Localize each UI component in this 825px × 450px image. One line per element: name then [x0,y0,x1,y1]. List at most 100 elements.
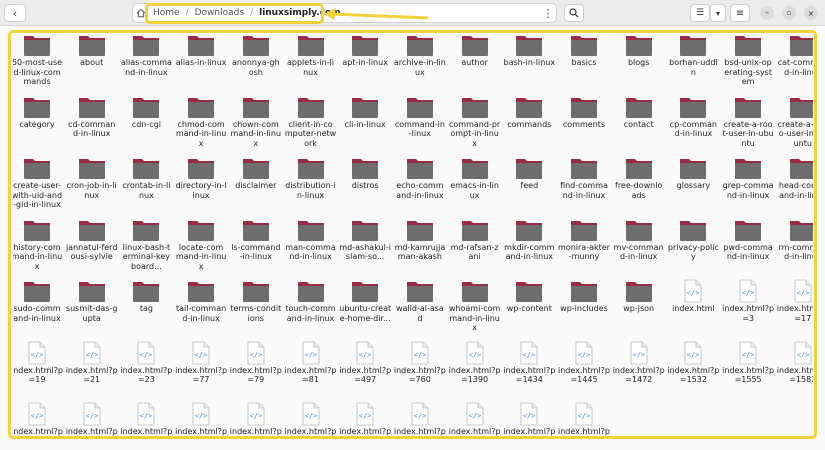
folder-item[interactable]: crontab-in-linux [120,156,172,214]
folder-item[interactable]: command-prompt-in-linux [449,95,501,153]
file-item[interactable]: </> index.html?p=1663 [175,402,227,438]
folder-item[interactable]: man-command-in-linux [285,218,337,276]
folder-item[interactable]: head-command-in-linux [777,156,813,214]
file-item[interactable]: </> index.html?p=81 [285,341,337,399]
file-item[interactable]: </> index.html?p=1555 [722,341,774,399]
file-item[interactable]: </> index.html?p=1607 [13,402,63,438]
folder-item[interactable]: cdn-cgi [120,95,172,153]
file-item[interactable]: </> index.html?p=1669 [285,402,337,438]
folder-item[interactable]: command-in-linux [394,95,446,153]
folder-item[interactable]: category [13,95,63,153]
file-item[interactable]: </> index.html?p=77 [175,341,227,399]
search-button[interactable] [564,4,584,22]
folder-item[interactable]: about [66,33,118,91]
folder-item[interactable]: 50-most-used-linux-commands [13,33,63,91]
folder-item[interactable]: distribution-in-linux [285,156,337,214]
folder-item[interactable]: feed [503,156,555,214]
folder-item[interactable]: history-command-in-linux [13,218,63,276]
folder-item[interactable]: cat-command-in-linux [777,33,813,91]
folder-item[interactable]: ls-command-in-linux [230,218,282,276]
folder-item[interactable]: rm-command-in-linux [777,218,813,276]
minimize-button[interactable]: – [760,6,774,20]
folder-item[interactable]: create-a-root-user-in-ubuntu [722,95,774,153]
file-item[interactable]: </> index.html?p=1746 [503,402,555,438]
folder-item[interactable]: privacy-policy [667,218,719,276]
folder-item[interactable]: alias-in-linux [175,33,227,91]
folder-item[interactable]: wp-json [613,279,665,337]
folder-item[interactable]: bash-in-linux [503,33,555,91]
folder-item[interactable]: md-rafsan-zani [449,218,501,276]
folder-item[interactable]: glossary [667,156,719,214]
folder-item[interactable]: author [449,33,501,91]
folder-item[interactable]: whoami-command-in-linux [449,279,501,337]
folder-item[interactable]: md-ashakul-islam-so... [339,218,391,276]
folder-item[interactable]: cp-command-in-linux [667,95,719,153]
folder-item[interactable]: emacs-in-linux [449,156,501,214]
folder-item[interactable]: anonnya-ghosh [230,33,282,91]
folder-item[interactable]: touch-command-in-linux [285,279,337,337]
folder-item[interactable]: blogs [613,33,665,91]
file-item[interactable]: </> index.html?p=1472 [613,341,665,399]
folder-item[interactable]: bsd-unix-operating-system [722,33,774,91]
file-item[interactable]: </> index.html?p=19 [13,341,63,399]
close-button[interactable]: × [804,6,818,20]
view-options-button[interactable]: ▾ [710,4,726,22]
folder-item[interactable]: contact [613,95,665,153]
folder-item[interactable]: comments [558,95,610,153]
folder-item[interactable]: free-downloads [613,156,665,214]
file-item[interactable]: </> index.html?p=21 [66,341,118,399]
file-item[interactable]: </> index.html?p=1434 [503,341,555,399]
folder-item[interactable]: commands [503,95,555,153]
file-item[interactable]: </> index.html?p=23 [120,341,172,399]
file-item[interactable]: </> index.html?p=1582 [777,341,813,399]
folder-item[interactable]: walid-al-asad [394,279,446,337]
folder-item[interactable]: client-in-computer-network [285,95,337,153]
file-item[interactable]: </> index.html?p=1679 [394,402,446,438]
folder-item[interactable]: cron-job-in-linux [66,156,118,214]
file-item[interactable]: </> index.html?p=79 [230,341,282,399]
file-item[interactable]: </> index.html?p=1661 [120,402,172,438]
file-item[interactable]: </> index.html?p=760 [394,341,446,399]
folder-item[interactable]: chown-command-in-linux [230,95,282,153]
file-item[interactable]: </> index.html?p=17 [777,279,813,337]
file-item[interactable]: </> index.html?p=497 [339,341,391,399]
file-item[interactable]: </> index.html?p=1445 [558,341,610,399]
folder-item[interactable]: applets-in-linux [285,33,337,91]
main-menu-button[interactable]: ≡ [730,4,750,22]
folder-item[interactable]: pwd-command-in-linux [722,218,774,276]
folder-item[interactable]: apt-in-linux [339,33,391,91]
file-item[interactable]: </> index.html [667,279,719,337]
folder-item[interactable]: cd-command-in-linux [66,95,118,153]
folder-item[interactable]: mv-command-in-linux [613,218,665,276]
folder-item[interactable]: jannatul-ferdousi-sylvie [66,218,118,276]
folder-item[interactable]: grep-command-in-linux [722,156,774,214]
folder-item[interactable]: find-command-in-linux [558,156,610,214]
folder-item[interactable]: create-user-with-uid-and-gid-in-linux [13,156,63,214]
folder-item[interactable]: tail-command-in-linux [175,279,227,337]
file-item[interactable]: </> index.html?p=1532 [667,341,719,399]
folder-item[interactable]: echo-command-in-linux [394,156,446,214]
folder-item[interactable]: distros [339,156,391,214]
folder-item[interactable]: sudo-command-in-linux [13,279,63,337]
folder-item[interactable]: mkdir-command-in-linux [503,218,555,276]
path-menu-button[interactable]: ⋮ [540,4,556,22]
folder-item[interactable]: linux-bash-terminal-keyboard... [120,218,172,276]
folder-item[interactable]: directory-in-linux [175,156,227,214]
folder-item[interactable]: wp-includes [558,279,610,337]
file-item[interactable]: </> index.html?p=1671 [339,402,391,438]
file-item[interactable]: </> index.html?p=1683 [449,402,501,438]
folder-item[interactable]: alias-command-in-linux [120,33,172,91]
folder-item[interactable]: chmod-command-in-linux [175,95,227,153]
restore-button[interactable]: ▫ [782,6,796,20]
folder-item[interactable]: archive-in-linux [394,33,446,91]
folder-item[interactable]: md-kamrujjaman-akash [394,218,446,276]
file-item[interactable]: </> index.html?p=1658 [66,402,118,438]
folder-item[interactable]: locate-command-in-linux [175,218,227,276]
file-item[interactable]: </> index.html?p=1390 [449,341,501,399]
view-toggle-button[interactable]: ☰ [690,4,710,22]
back-button[interactable]: ‹ [4,4,26,22]
folder-item[interactable]: monira-akter-munny [558,218,610,276]
file-item[interactable]: </> index.html?p=3 [722,279,774,337]
folder-item[interactable]: wp-content [503,279,555,337]
folder-item[interactable]: cli-in-linux [339,95,391,153]
